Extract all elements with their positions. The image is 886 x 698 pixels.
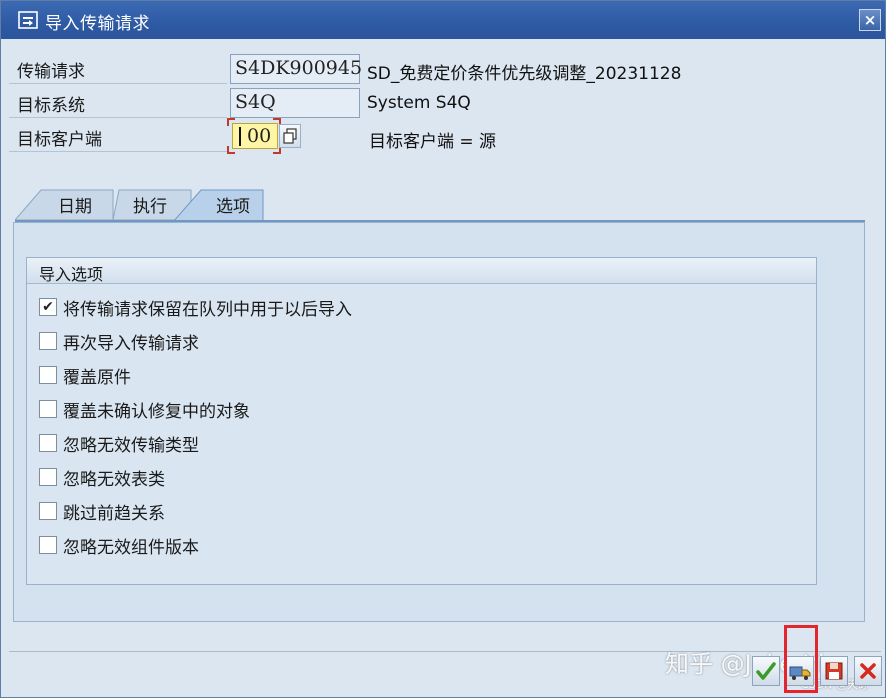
tab-options[interactable]: 选项 [173, 188, 265, 222]
target-client-input[interactable]: 00 [232, 123, 278, 149]
option-label: 覆盖原件 [63, 367, 131, 388]
text-caret [239, 127, 241, 146]
tab-date-label: 日期 [58, 196, 92, 217]
option-label: 忽略无效组件版本 [63, 537, 199, 558]
transport-request-field[interactable]: S4DK900945 [230, 54, 362, 84]
checkbox[interactable] [39, 400, 57, 418]
confirm-button[interactable] [752, 656, 780, 686]
check-icon [756, 662, 776, 680]
cancel-button[interactable] [854, 656, 882, 686]
group-header: 导入选项 [27, 258, 816, 284]
option-label: 将传输请求保留在队列中用于以后导入 [63, 299, 352, 320]
option-overwrite-unconfirmed[interactable]: 覆盖未确认修复中的对象 [39, 397, 250, 422]
transport-request-description: SD_免费定价条件优先级调整_20231128 [367, 64, 682, 84]
target-client-description: 目标客户端 = 源 [369, 132, 497, 152]
label-divider [9, 117, 227, 118]
option-ignore-table-class[interactable]: 忽略无效表类 [39, 465, 165, 490]
annotation-highlight-box [784, 625, 818, 693]
target-system-label: 目标系统 [17, 96, 85, 116]
target-client-wrapper: 00 [227, 118, 281, 154]
checkbox[interactable] [39, 502, 57, 520]
target-client-label: 目标客户端 [17, 130, 102, 150]
label-divider [9, 151, 227, 152]
copy-value-button[interactable] [279, 124, 301, 148]
option-keep-in-queue[interactable]: ✔ 将传输请求保留在队列中用于以后导入 [39, 295, 352, 320]
checkbox[interactable] [39, 536, 57, 554]
copy-icon [283, 128, 297, 144]
tab-strip: 日期 执行 选项 [15, 188, 865, 222]
checkbox[interactable] [39, 366, 57, 384]
option-ignore-transport-type[interactable]: 忽略无效传输类型 [39, 431, 199, 456]
tab-options-label: 选项 [216, 196, 250, 217]
tab-date[interactable]: 日期 [15, 188, 115, 220]
checkbox[interactable] [39, 332, 57, 350]
tab-execution-label: 执行 [133, 196, 167, 217]
target-client-value: 00 [247, 125, 272, 147]
group-title: 导入选项 [39, 265, 104, 284]
option-overwrite-originals[interactable]: 覆盖原件 [39, 363, 131, 388]
target-system-field[interactable]: S4Q [230, 88, 360, 118]
checkbox[interactable] [39, 434, 57, 452]
option-label: 再次导入传输请求 [63, 333, 199, 354]
checkbox-checked[interactable]: ✔ [39, 298, 57, 316]
window-title: 导入传输请求 [45, 14, 150, 34]
close-button[interactable]: × [859, 9, 881, 31]
option-ignore-component-version[interactable]: 忽略无效组件版本 [39, 533, 199, 558]
dialog-form-icon [18, 11, 38, 29]
option-skip-predecessor[interactable]: 跳过前趋关系 [39, 499, 165, 524]
label-divider [9, 83, 227, 84]
save-disk-icon [825, 662, 843, 680]
option-reimport[interactable]: 再次导入传输请求 [39, 329, 199, 354]
cancel-x-icon [860, 663, 876, 679]
target-system-description: System S4Q [367, 93, 471, 113]
option-label: 忽略无效表类 [63, 469, 165, 490]
option-label: 跳过前趋关系 [63, 503, 165, 524]
save-button[interactable] [820, 656, 848, 686]
import-transport-request-dialog: 导入传输请求 × 传输请求 S4DK900945 SD_免费定价条件优先级调整_… [0, 0, 886, 698]
transport-request-label: 传输请求 [17, 62, 85, 82]
option-label: 覆盖未确认修复中的对象 [63, 401, 250, 422]
option-label: 忽略无效传输类型 [63, 435, 199, 456]
checkbox[interactable] [39, 468, 57, 486]
title-bar: 导入传输请求 × [1, 1, 885, 39]
